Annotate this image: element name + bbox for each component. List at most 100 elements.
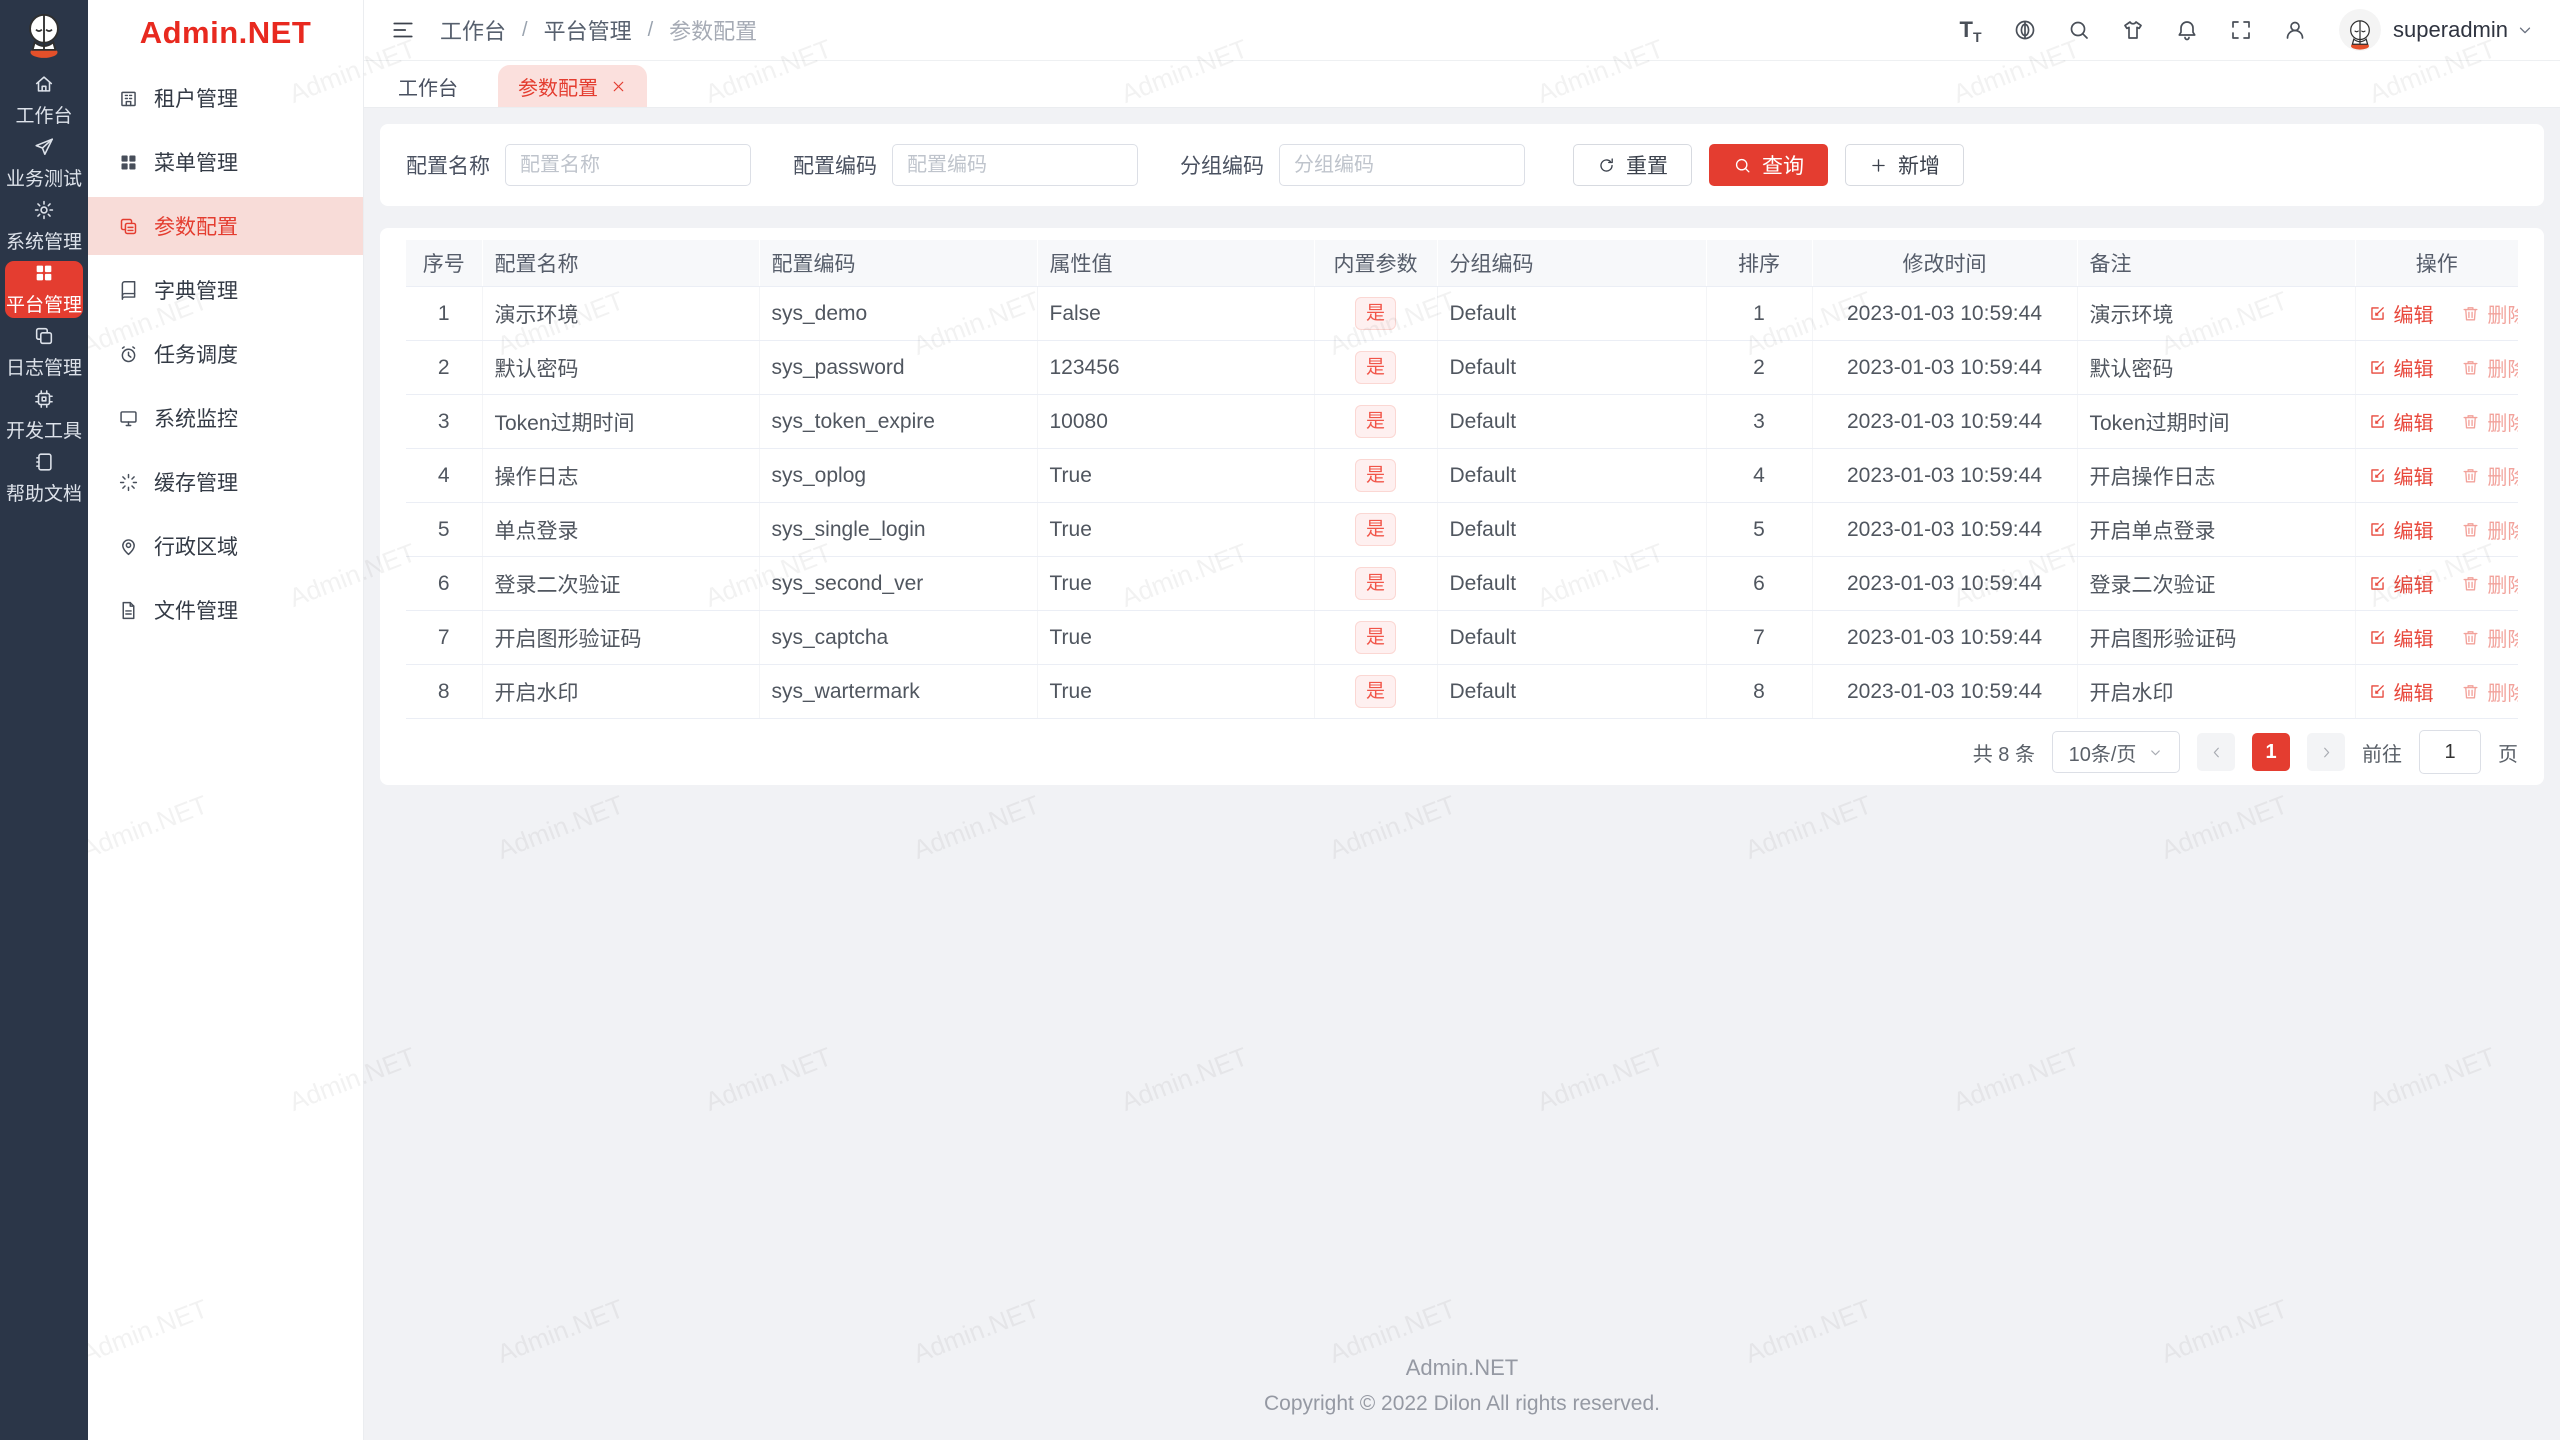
reset-button[interactable]: 重置	[1573, 144, 1692, 186]
sidebar-item-tenant[interactable]: 租户管理	[88, 69, 363, 127]
edit-icon	[2368, 520, 2387, 539]
delete-button[interactable]: 删除	[2461, 569, 2518, 598]
column-header: 配置编码	[759, 240, 1038, 287]
sidebar-item-monitor[interactable]: 系统监控	[88, 389, 363, 447]
profile-tool[interactable]	[2281, 17, 2308, 44]
rail-item-help-docs[interactable]: 帮助文档	[5, 450, 83, 507]
cell-name: 默认密码	[482, 340, 760, 395]
delete-icon	[2461, 358, 2480, 377]
cell-seq: 4	[406, 448, 483, 503]
filter-input-1[interactable]	[892, 144, 1138, 186]
delete-icon	[2461, 682, 2480, 701]
rail-item-log-manage[interactable]: 日志管理	[5, 324, 83, 381]
search-button[interactable]: 查询	[1709, 144, 1828, 186]
cell-actions: 编辑 删除	[2355, 286, 2518, 341]
rail-item-business-test[interactable]: 业务测试	[5, 135, 83, 192]
cell-group: Default	[1437, 448, 1707, 503]
menu-fold-icon[interactable]	[390, 17, 416, 43]
prev-page-button[interactable]	[2197, 733, 2235, 771]
delete-button[interactable]: 删除	[2461, 407, 2518, 436]
cell-builtin: 是	[1314, 556, 1438, 611]
rail-item-dev-tools[interactable]: 开发工具	[5, 387, 83, 444]
edit-icon	[2368, 574, 2387, 593]
cell-seq: 7	[406, 610, 483, 665]
tab-0[interactable]: 工作台	[394, 65, 462, 107]
reset-button-label: 重置	[1626, 155, 1668, 178]
page-size-select[interactable]: 10条/页	[2052, 731, 2180, 773]
tab-1[interactable]: 参数配置	[498, 65, 647, 107]
delete-button[interactable]: 删除	[2461, 677, 2518, 706]
breadcrumb-item[interactable]: 工作台	[440, 14, 506, 46]
cell-sort: 2	[1706, 340, 1813, 395]
sidebar-item-task[interactable]: 任务调度	[88, 325, 363, 383]
copy-doc-icon	[118, 216, 139, 237]
sidebar-item-param-config[interactable]: 参数配置	[88, 197, 363, 255]
cell-builtin: 是	[1314, 340, 1438, 395]
avatar	[2339, 9, 2382, 51]
edit-button[interactable]: 编辑	[2368, 299, 2434, 328]
close-icon[interactable]	[610, 78, 627, 95]
next-page-button[interactable]	[2307, 733, 2345, 771]
edit-button[interactable]: 编辑	[2368, 515, 2434, 544]
cell-seq: 3	[406, 394, 483, 449]
builtin-tag: 是	[1354, 674, 1396, 709]
delete-button[interactable]: 删除	[2461, 515, 2518, 544]
cell-group: Default	[1437, 394, 1707, 449]
edit-button[interactable]: 编辑	[2368, 407, 2434, 436]
goto-page-input[interactable]	[2419, 730, 2481, 774]
sidebar-item-label: 行政区域	[154, 536, 238, 559]
user-menu[interactable]: superadmin	[2339, 9, 2534, 51]
cell-remark: 开启水印	[2077, 664, 2356, 719]
sidebar-item-menu[interactable]: 菜单管理	[88, 133, 363, 191]
filter-input-2[interactable]	[1279, 144, 1525, 186]
fullscreen-tool[interactable]	[2227, 17, 2254, 44]
search-tool[interactable]	[2065, 17, 2092, 44]
cell-sort: 3	[1706, 394, 1813, 449]
cell-remark: Token过期时间	[2077, 394, 2356, 449]
cell-actions: 编辑 删除	[2355, 610, 2518, 665]
edit-button[interactable]: 编辑	[2368, 623, 2434, 652]
cell-remark: 开启单点登录	[2077, 502, 2356, 557]
rail-item-workbench[interactable]: 工作台	[5, 72, 83, 129]
add-button[interactable]: 新增	[1845, 144, 1964, 186]
sidebar-item-file[interactable]: 文件管理	[88, 581, 363, 639]
chevron-down-icon	[2148, 745, 2163, 760]
sidebar-item-label: 任务调度	[154, 344, 238, 367]
filter-label: 配置编码	[793, 155, 877, 178]
rail-item-platform-manage[interactable]: 平台管理	[5, 261, 83, 318]
edit-button[interactable]: 编辑	[2368, 569, 2434, 598]
theme-tool[interactable]	[2119, 17, 2146, 44]
sidebar-item-dict[interactable]: 字典管理	[88, 261, 363, 319]
column-header: 属性值	[1037, 240, 1315, 287]
alarm-icon	[118, 344, 139, 365]
font-size-tool[interactable]: TT	[1957, 17, 1984, 44]
filter-input-0[interactable]	[505, 144, 751, 186]
breadcrumb-item[interactable]: 平台管理	[544, 14, 632, 46]
delete-button[interactable]: 删除	[2461, 353, 2518, 382]
topbar-right: TT superadmin	[1957, 9, 2534, 51]
delete-icon	[2461, 412, 2480, 431]
cell-builtin: 是	[1314, 664, 1438, 719]
language-tool[interactable]	[2011, 17, 2038, 44]
delete-button[interactable]: 删除	[2461, 623, 2518, 652]
send-icon	[33, 136, 55, 158]
delete-button[interactable]: 删除	[2461, 461, 2518, 490]
pagination-total: 共 8 条	[1972, 743, 2035, 766]
notification-tool[interactable]	[2173, 17, 2200, 44]
edit-button[interactable]: 编辑	[2368, 353, 2434, 382]
pagination: 共 8 条 10条/页 1 前往 页	[406, 719, 2518, 785]
cell-builtin: 是	[1314, 448, 1438, 503]
rail-item-system-manage[interactable]: 系统管理	[5, 198, 83, 255]
refresh-icon	[1597, 156, 1616, 175]
delete-button[interactable]: 删除	[2461, 299, 2518, 328]
table-row: 7 开启图形验证码 sys_captcha True 是 Default 7 2…	[406, 610, 2518, 665]
current-page-button[interactable]: 1	[2252, 733, 2290, 771]
rail-item-label: 开发工具	[5, 421, 82, 442]
delete-icon	[2461, 628, 2480, 647]
edit-button[interactable]: 编辑	[2368, 461, 2434, 490]
sidebar-item-region[interactable]: 行政区域	[88, 517, 363, 575]
edit-button[interactable]: 编辑	[2368, 677, 2434, 706]
sidebar-item-cache[interactable]: 缓存管理	[88, 453, 363, 511]
table-row: 1 演示环境 sys_demo False 是 Default 1 2023-0…	[406, 286, 2518, 341]
search-icon	[1733, 156, 1752, 175]
